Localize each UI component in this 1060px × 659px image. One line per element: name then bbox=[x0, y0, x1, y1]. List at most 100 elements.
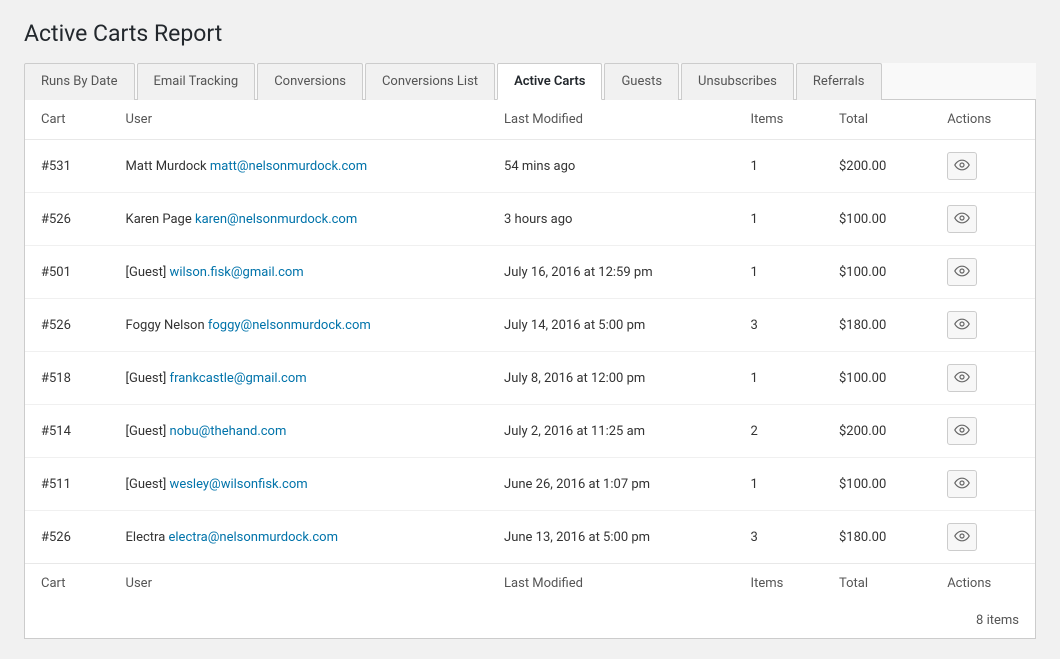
user-email-link[interactable]: karen@nelsonmurdock.com bbox=[195, 212, 357, 227]
cell-cart: #526 bbox=[25, 299, 110, 352]
eye-icon bbox=[954, 369, 970, 388]
cell-actions bbox=[931, 405, 1035, 458]
user-name-label: Matt Murdock bbox=[126, 159, 210, 174]
user-email-link[interactable]: wesley@wilsonfisk.com bbox=[170, 477, 308, 492]
page-title: Active Carts Report bbox=[24, 20, 1036, 47]
cell-items: 1 bbox=[735, 193, 823, 246]
cell-actions bbox=[931, 352, 1035, 405]
active-carts-table: Cart User Last Modified Items Total Acti… bbox=[25, 100, 1035, 603]
user-name-label: [Guest] bbox=[126, 477, 170, 492]
view-cart-button[interactable] bbox=[947, 258, 977, 286]
user-email-link[interactable]: wilson.fisk@gmail.com bbox=[170, 265, 304, 280]
view-cart-button[interactable] bbox=[947, 417, 977, 445]
cell-last-modified: July 8, 2016 at 12:00 pm bbox=[488, 352, 735, 405]
tab-bar: Runs By DateEmail TrackingConversionsCon… bbox=[24, 63, 1036, 100]
col-header-total: Total bbox=[823, 100, 931, 140]
view-cart-button[interactable] bbox=[947, 523, 977, 551]
items-count: 8 items bbox=[25, 603, 1035, 638]
cell-user: [Guest] nobu@thehand.com bbox=[110, 405, 488, 458]
col-footer-user: User bbox=[110, 564, 488, 604]
cell-cart: #531 bbox=[25, 140, 110, 193]
cell-items: 3 bbox=[735, 299, 823, 352]
cell-items: 1 bbox=[735, 352, 823, 405]
cell-user: Electra electra@nelsonmurdock.com bbox=[110, 511, 488, 564]
cell-items: 3 bbox=[735, 511, 823, 564]
eye-icon bbox=[954, 528, 970, 547]
cell-user: Karen Page karen@nelsonmurdock.com bbox=[110, 193, 488, 246]
eye-icon bbox=[954, 475, 970, 494]
cell-cart: #511 bbox=[25, 458, 110, 511]
table-row: #518[Guest] frankcastle@gmail.comJuly 8,… bbox=[25, 352, 1035, 405]
cell-actions bbox=[931, 140, 1035, 193]
user-name-label: [Guest] bbox=[126, 371, 170, 386]
table-row: #526Foggy Nelson foggy@nelsonmurdock.com… bbox=[25, 299, 1035, 352]
col-header-actions: Actions bbox=[931, 100, 1035, 140]
user-name-label: [Guest] bbox=[126, 265, 170, 280]
user-email-link[interactable]: foggy@nelsonmurdock.com bbox=[208, 318, 371, 333]
view-cart-button[interactable] bbox=[947, 205, 977, 233]
table-row: #526Karen Page karen@nelsonmurdock.com3 … bbox=[25, 193, 1035, 246]
cell-user: [Guest] wesley@wilsonfisk.com bbox=[110, 458, 488, 511]
user-name-label: Electra bbox=[126, 530, 169, 545]
col-footer-items: Items bbox=[735, 564, 823, 604]
col-header-items: Items bbox=[735, 100, 823, 140]
col-footer-actions: Actions bbox=[931, 564, 1035, 604]
cell-user: Foggy Nelson foggy@nelsonmurdock.com bbox=[110, 299, 488, 352]
cell-last-modified: 3 hours ago bbox=[488, 193, 735, 246]
eye-icon bbox=[954, 210, 970, 229]
view-cart-button[interactable] bbox=[947, 311, 977, 339]
view-cart-button[interactable] bbox=[947, 152, 977, 180]
table-footer-row: Cart User Last Modified Items Total Acti… bbox=[25, 564, 1035, 604]
cell-items: 1 bbox=[735, 458, 823, 511]
cell-last-modified: July 14, 2016 at 5:00 pm bbox=[488, 299, 735, 352]
col-footer-last-modified: Last Modified bbox=[488, 564, 735, 604]
cell-user: [Guest] wilson.fisk@gmail.com bbox=[110, 246, 488, 299]
table-row: #514[Guest] nobu@thehand.comJuly 2, 2016… bbox=[25, 405, 1035, 458]
tab-conversions[interactable]: Conversions bbox=[257, 63, 363, 100]
user-email-link[interactable]: matt@nelsonmurdock.com bbox=[210, 159, 367, 174]
cell-last-modified: 54 mins ago bbox=[488, 140, 735, 193]
table-row: #501[Guest] wilson.fisk@gmail.comJuly 16… bbox=[25, 246, 1035, 299]
cell-items: 2 bbox=[735, 405, 823, 458]
col-header-user: User bbox=[110, 100, 488, 140]
user-name-label: [Guest] bbox=[126, 424, 170, 439]
eye-icon bbox=[954, 263, 970, 282]
cell-cart: #526 bbox=[25, 193, 110, 246]
user-email-link[interactable]: nobu@thehand.com bbox=[170, 424, 287, 439]
table-row: #511[Guest] wesley@wilsonfisk.comJune 26… bbox=[25, 458, 1035, 511]
cell-actions bbox=[931, 299, 1035, 352]
tab-guests[interactable]: Guests bbox=[604, 63, 679, 100]
cell-actions bbox=[931, 193, 1035, 246]
user-name-label: Foggy Nelson bbox=[126, 318, 208, 333]
user-email-link[interactable]: frankcastle@gmail.com bbox=[170, 371, 307, 386]
cell-total: $100.00 bbox=[823, 352, 931, 405]
cell-actions bbox=[931, 511, 1035, 564]
tab-active-carts[interactable]: Active Carts bbox=[497, 63, 602, 100]
cell-total: $180.00 bbox=[823, 511, 931, 564]
cell-items: 1 bbox=[735, 246, 823, 299]
cell-total: $100.00 bbox=[823, 193, 931, 246]
tab-conversions-list[interactable]: Conversions List bbox=[365, 63, 495, 100]
tab-unsubscribes[interactable]: Unsubscribes bbox=[681, 63, 794, 100]
table-container: Cart User Last Modified Items Total Acti… bbox=[24, 100, 1036, 639]
eye-icon bbox=[954, 422, 970, 441]
table-row: #526Electra electra@nelsonmurdock.comJun… bbox=[25, 511, 1035, 564]
cell-user: Matt Murdock matt@nelsonmurdock.com bbox=[110, 140, 488, 193]
page-wrapper: Active Carts Report Runs By DateEmail Tr… bbox=[0, 0, 1060, 659]
view-cart-button[interactable] bbox=[947, 470, 977, 498]
col-header-cart: Cart bbox=[25, 100, 110, 140]
tab-referrals[interactable]: Referrals bbox=[796, 63, 882, 100]
user-email-link[interactable]: electra@nelsonmurdock.com bbox=[169, 530, 338, 545]
col-footer-cart: Cart bbox=[25, 564, 110, 604]
view-cart-button[interactable] bbox=[947, 364, 977, 392]
cell-total: $100.00 bbox=[823, 246, 931, 299]
cell-cart: #501 bbox=[25, 246, 110, 299]
cell-total: $200.00 bbox=[823, 405, 931, 458]
eye-icon bbox=[954, 316, 970, 335]
cell-actions bbox=[931, 246, 1035, 299]
tab-runs-by-date[interactable]: Runs By Date bbox=[24, 63, 135, 100]
user-name-label: Karen Page bbox=[126, 212, 195, 227]
cell-cart: #526 bbox=[25, 511, 110, 564]
cell-total: $100.00 bbox=[823, 458, 931, 511]
tab-email-tracking[interactable]: Email Tracking bbox=[137, 63, 256, 100]
